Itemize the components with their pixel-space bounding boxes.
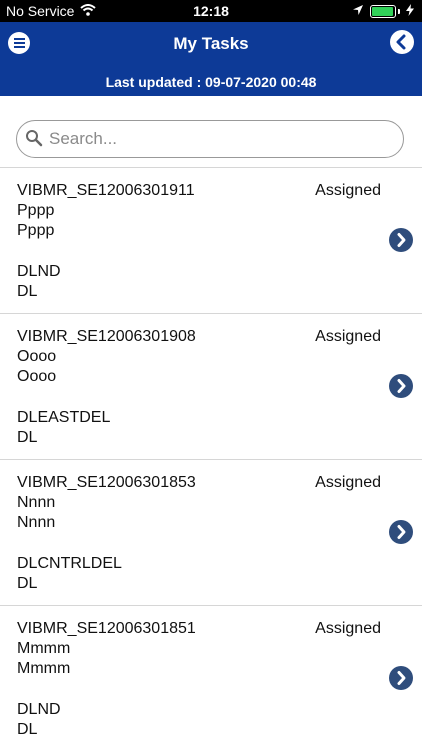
chevron-right-icon[interactable]: [389, 520, 413, 544]
task-line2: Mmmm: [17, 660, 71, 677]
back-chevron-icon[interactable]: [390, 30, 414, 54]
task-line2: Pppp: [17, 222, 55, 239]
chevron-right-icon[interactable]: [389, 666, 413, 690]
task-line3: DLEASTDEL: [17, 409, 111, 426]
task-row[interactable]: VIBMR_SE12006301908 Assigned Oooo Oooo D…: [0, 314, 422, 459]
last-updated-label: Last updated : 09-07-2020 00:48: [105, 74, 317, 90]
app-header: My Tasks Last updated : 09-07-2020 00:48: [0, 22, 422, 96]
task-line3: DLND: [17, 263, 61, 280]
task-line4: DL: [17, 283, 38, 300]
page-title: My Tasks: [173, 34, 249, 53]
task-id: VIBMR_SE12006301853: [17, 474, 196, 491]
task-row[interactable]: VIBMR_SE12006301851 Assigned Mmmm Mmmm D…: [0, 606, 422, 751]
location-icon: [352, 3, 364, 19]
task-line1: Pppp: [17, 202, 55, 219]
task-line1: Nnnn: [17, 494, 56, 511]
task-id: VIBMR_SE12006301911: [17, 182, 195, 199]
task-row[interactable]: VIBMR_SE12006301853 Assigned Nnnn Nnnn D…: [0, 460, 422, 605]
status-bar: No Service 12:18: [0, 0, 422, 22]
battery-icon: [370, 4, 396, 18]
task-line4: DL: [17, 721, 38, 738]
task-line2: Oooo: [17, 368, 57, 385]
task-row[interactable]: VIBMR_SE12006301911 Assigned Pppp Pppp D…: [0, 168, 422, 313]
task-line3: DLND: [17, 701, 61, 718]
search-icon: [25, 129, 43, 152]
task-id: VIBMR_SE12006301908: [17, 328, 196, 345]
task-line4: DL: [17, 575, 38, 592]
task-status: Assigned: [315, 474, 381, 491]
chevron-right-icon[interactable]: [389, 374, 413, 398]
task-line1: Mmmm: [17, 640, 71, 657]
battery-fill: [372, 6, 393, 16]
chevron-right-icon[interactable]: [389, 228, 413, 252]
search-bar[interactable]: [16, 120, 404, 158]
task-line2: Nnnn: [17, 514, 56, 531]
task-line4: DL: [17, 429, 38, 446]
task-line3: DLCNTRLDEL: [17, 555, 122, 572]
task-status: Assigned: [315, 620, 381, 637]
search-input[interactable]: [47, 125, 391, 153]
task-id: VIBMR_SE12006301851: [17, 620, 196, 637]
charging-icon: [406, 3, 414, 19]
task-status: Assigned: [315, 182, 381, 199]
task-status: Assigned: [315, 328, 381, 345]
task-line1: Oooo: [17, 348, 57, 365]
